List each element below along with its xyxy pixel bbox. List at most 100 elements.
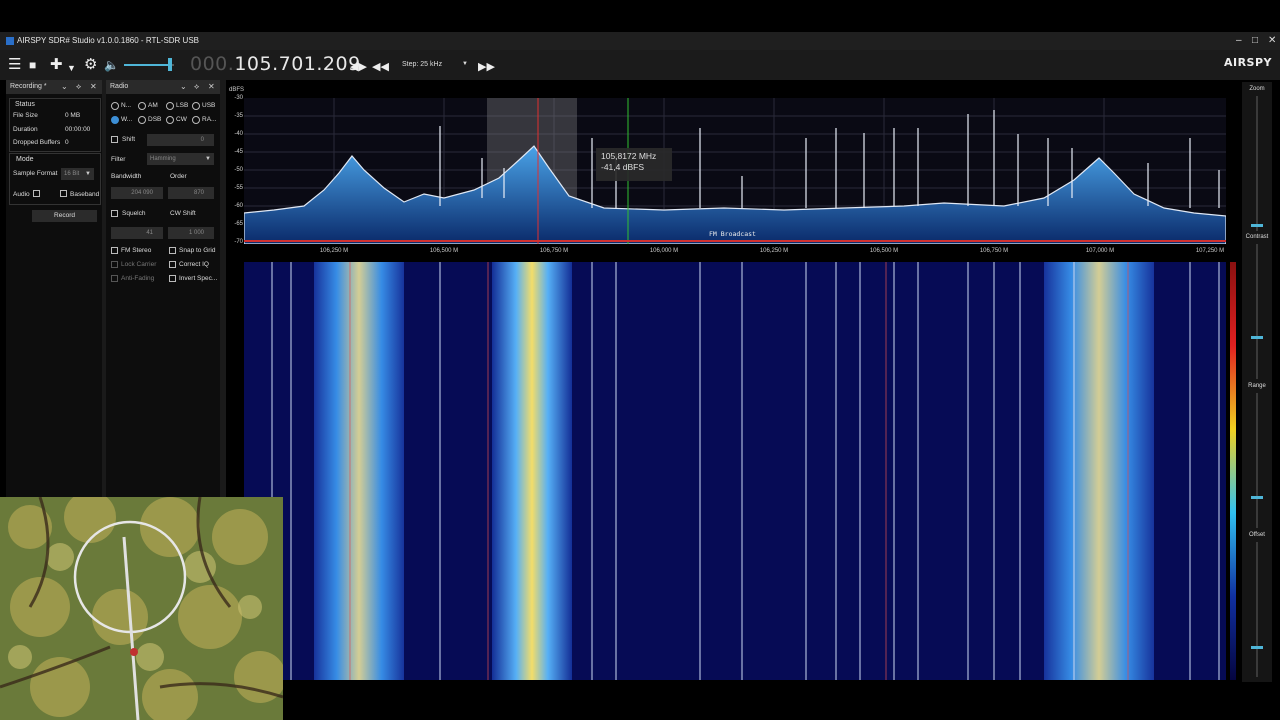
squelch-label: Squelch (122, 210, 146, 217)
offset-slider[interactable] (1256, 542, 1258, 677)
mode-radio-dsb[interactable] (138, 116, 146, 124)
mode-radio-raw[interactable] (192, 116, 200, 124)
contrast-slider[interactable] (1256, 244, 1258, 379)
chevron-down-icon: ▼ (85, 171, 91, 177)
spectrum-analyzer[interactable]: FM Broadcast (243, 98, 1227, 245)
waterfall-color-scale (1230, 262, 1236, 680)
close-icon[interactable]: ✕ (208, 80, 215, 94)
invert-spectrum-checkbox[interactable] (169, 275, 176, 282)
radio-panel-header: Radio ⌄ ⟡ ✕ (106, 80, 220, 94)
close-icon[interactable]: ✕ (90, 80, 97, 94)
menu-icon[interactable]: ☰ (8, 56, 21, 74)
range-slider-knob[interactable] (1251, 496, 1263, 499)
mode-radio-usb[interactable] (192, 102, 200, 110)
anti-fading-checkbox[interactable] (111, 275, 118, 282)
x-tick: 107,250 M (1195, 248, 1225, 254)
chevron-down-icon[interactable]: ⌄ (61, 80, 68, 94)
waterfall-display[interactable] (244, 262, 1226, 680)
spectrum-plot (243, 98, 1227, 245)
mode-label-nfm: N... (121, 102, 132, 109)
mode-radio-lsb[interactable] (166, 102, 174, 110)
main-toolbar: ☰ ■ ✚ ▼ ⚙ 🔈 000.105.701.209 ◀▶ ◀◀ Step: … (0, 50, 1280, 80)
fast-forward-icon[interactable]: ▶▶ (478, 58, 495, 76)
shift-checkbox[interactable] (111, 136, 118, 143)
band-label: FM Broadcast (709, 230, 756, 238)
range-label: Range (1248, 383, 1266, 389)
x-tick: 106,750 M (979, 248, 1009, 254)
squelch-input[interactable]: 41 (111, 227, 163, 239)
mode-radio-am[interactable] (138, 102, 146, 110)
correct-iq-checkbox[interactable] (169, 261, 176, 268)
order-label: Order (170, 173, 187, 180)
chevron-down-icon: ▼ (462, 61, 468, 67)
tune-left-right-icon[interactable]: ◀▶ (350, 58, 367, 76)
order-input[interactable]: 870 (168, 187, 214, 199)
frequency-value: 105.701.209 (234, 53, 361, 75)
antenna-camera-overlay (0, 497, 283, 720)
y-tick: -70 (234, 239, 243, 245)
frequency-prefix: 000. (190, 53, 235, 75)
fm-stereo-checkbox[interactable] (111, 247, 118, 254)
volume-slider-knob[interactable] (168, 58, 172, 71)
pin-icon[interactable]: ⟡ (194, 80, 199, 94)
bandwidth-input[interactable]: 204 090 (111, 187, 163, 199)
baseband-checkbox[interactable] (60, 190, 67, 197)
zoom-slider-knob[interactable] (1251, 224, 1263, 227)
filter-select[interactable]: Hamming ▼ (147, 153, 214, 165)
step-select[interactable]: Step: 25 kHz ▼ (402, 58, 470, 71)
radio-panel: Radio ⌄ ⟡ ✕ N... AM LSB USB W... DSB CW … (106, 80, 220, 498)
maximize-icon[interactable]: □ (1252, 32, 1258, 50)
x-tick: 106,500 M (869, 248, 899, 254)
y-tick: -30 (234, 95, 243, 101)
close-icon[interactable]: ✕ (1268, 32, 1276, 50)
gear-icon[interactable]: ⚙ (84, 56, 97, 74)
audio-checkbox[interactable] (33, 190, 40, 197)
mode-radio-wfm[interactable] (111, 116, 119, 124)
sample-format-select[interactable]: 16 Bit ▼ (61, 168, 94, 180)
cursor-tooltip: 105,8172 MHz -41,4 dBFS (596, 148, 672, 181)
offset-slider-knob[interactable] (1251, 646, 1263, 649)
y-tick: -65 (234, 221, 243, 227)
shift-input[interactable]: 0 (147, 134, 214, 146)
recording-panel-title: Recording * (10, 83, 47, 90)
volume-icon[interactable]: 🔈 (104, 56, 119, 74)
mode-radio-nfm[interactable] (111, 102, 119, 110)
radio-panel-title: Radio (110, 83, 129, 90)
pin-icon[interactable]: ⟡ (76, 80, 81, 94)
dropped-buffers-value: 0 (65, 139, 69, 146)
snap-to-grid-checkbox[interactable] (169, 247, 176, 254)
lock-carrier-checkbox[interactable] (111, 261, 118, 268)
add-icon[interactable]: ✚ (50, 56, 63, 74)
stop-icon[interactable]: ■ (29, 56, 36, 74)
panel-scrollbar[interactable] (220, 80, 226, 498)
minimize-icon[interactable]: – (1236, 32, 1242, 50)
frequency-display[interactable]: 000.105.701.209 (190, 53, 361, 75)
x-tick: 106,750 M (539, 248, 569, 254)
range-slider[interactable] (1256, 393, 1258, 528)
record-button[interactable]: Record (32, 210, 97, 222)
airspy-logo: AIRSPY (1223, 56, 1272, 69)
window-title: AIRSPY SDR# Studio v1.0.0.1860 - RTL-SDR… (17, 36, 200, 45)
window-title-bar: AIRSPY SDR# Studio v1.0.0.1860 - RTL-SDR… (0, 32, 1280, 50)
step-label: Step: 25 kHz (402, 61, 443, 68)
waterfall-plot (244, 262, 1226, 680)
mode-label-dsb: DSB (148, 116, 162, 123)
mode-radio-cw[interactable] (166, 116, 174, 124)
offset-label: Offset (1249, 532, 1265, 538)
dropped-buffers-label: Dropped Buffers (13, 139, 61, 146)
volume-slider-fill (124, 64, 170, 66)
squelch-checkbox[interactable] (111, 210, 118, 217)
chevron-down-icon[interactable]: ▼ (67, 59, 76, 77)
sample-format-label: Sample Format (13, 170, 58, 177)
bandwidth-label: Bandwidth (111, 173, 142, 180)
filter-value: Hamming (150, 156, 176, 162)
mode-header: Mode (16, 156, 34, 163)
rewind-icon[interactable]: ◀◀ (372, 58, 389, 76)
chevron-down-icon[interactable]: ⌄ (180, 80, 187, 94)
contrast-slider-knob[interactable] (1251, 336, 1263, 339)
y-tick: -55 (234, 185, 243, 191)
duration-label: Duration (13, 126, 38, 133)
y-tick: -60 (234, 203, 243, 209)
cw-shift-input[interactable]: 1 000 (168, 227, 214, 239)
zoom-slider[interactable] (1256, 96, 1258, 231)
